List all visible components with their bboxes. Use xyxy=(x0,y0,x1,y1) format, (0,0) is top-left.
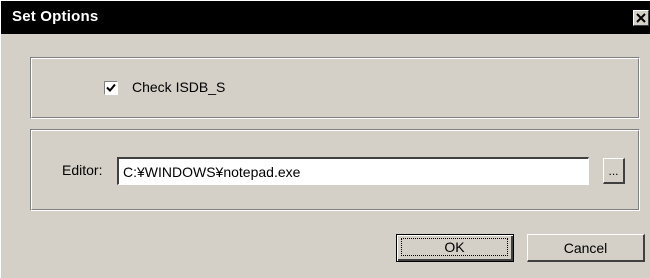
browse-button[interactable]: ... xyxy=(603,158,625,184)
close-icon xyxy=(634,11,648,25)
editor-path-input[interactable] xyxy=(117,157,589,185)
window-title: Set Options xyxy=(12,8,99,25)
set-options-dialog: Set Options Check ISDB_S Editor: ... OK … xyxy=(0,0,650,278)
ok-button-label: OK xyxy=(401,238,508,256)
cancel-button[interactable]: Cancel xyxy=(527,234,645,262)
check-isdb-s-label[interactable]: Check ISDB_S xyxy=(132,79,225,95)
editor-label: Editor: xyxy=(62,162,103,178)
title-bar[interactable]: Set Options xyxy=(1,1,650,34)
check-options-group xyxy=(30,57,640,119)
close-button[interactable] xyxy=(633,10,649,26)
ok-button[interactable]: OK xyxy=(396,234,514,262)
check-isdb-s-checkbox[interactable] xyxy=(104,81,118,95)
